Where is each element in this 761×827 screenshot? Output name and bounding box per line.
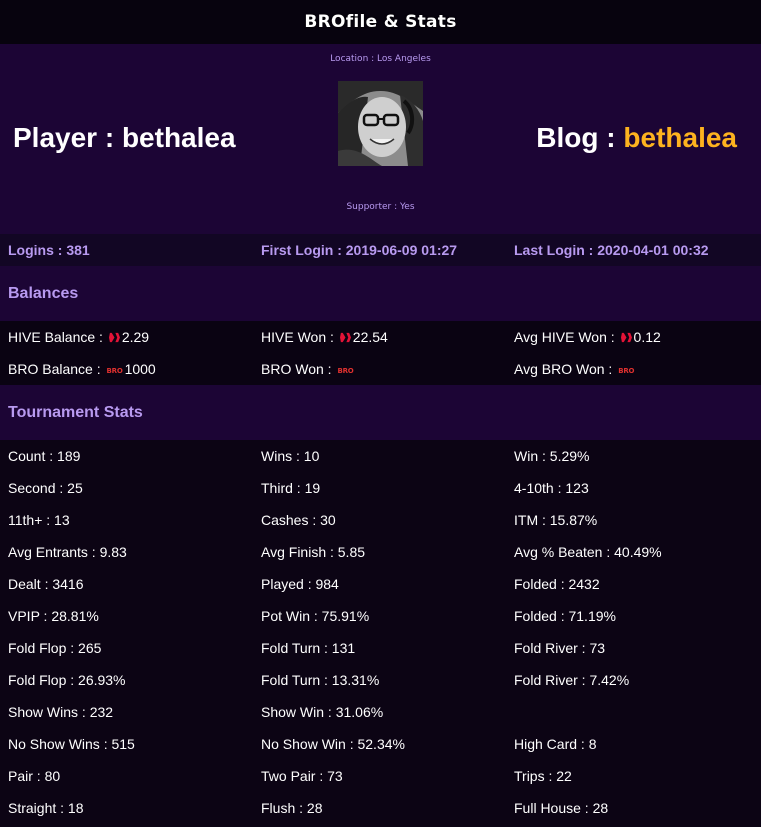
stat-cell: Straight : 18 [8, 800, 84, 816]
stat-cell: Count : 189 [8, 448, 81, 464]
stat-cell: Two Pair : 73 [261, 768, 343, 784]
stat-cell: Win : 5.29% [514, 448, 590, 464]
stat-cell: ITM : 15.87% [514, 512, 598, 528]
bro-token-icon: BRO [618, 367, 635, 375]
stats-row: Count : 189 Wins : 10 Win : 5.29% [0, 440, 761, 472]
location-text: Location : Los Angeles [330, 54, 431, 64]
supporter-status: Supporter : Yes [346, 202, 415, 212]
stat-cell: Avg % Beaten : 40.49% [514, 544, 662, 560]
stats-row: 11th+ : 13 Cashes : 30 ITM : 15.87% [0, 504, 761, 536]
blog-label: Blog : [536, 122, 624, 153]
stat-cell: Flush : 28 [261, 800, 323, 816]
page-title: BROfile & Stats [304, 12, 457, 32]
stat-cell: 4-10th : 123 [514, 480, 589, 496]
stat-cell: Show Wins : 232 [8, 704, 114, 720]
player-name: Player : bethalea [13, 122, 236, 153]
stat-cell: Fold Turn : 131 [261, 640, 356, 656]
stat-cell: Pair : 80 [8, 768, 61, 784]
stat-cell: Fold River : 7.42% [514, 672, 630, 688]
bro-balance-value: 1000 [124, 361, 156, 377]
stats-row: Show Wins : 232 Show Win : 31.06% [0, 696, 761, 728]
stat-cell: Cashes : 30 [261, 512, 336, 528]
hive-balance-value: 2.29 [121, 329, 150, 345]
hive-won-value: 22.54 [352, 329, 388, 345]
hive-logo-icon [339, 332, 351, 343]
title-bar: BROfile & Stats [0, 0, 761, 44]
stat-cell: Full House : 28 [514, 800, 609, 816]
profile-card: Location : Los Angeles Player : bethalea… [0, 44, 761, 234]
stats-row: No Show Wins : 515 No Show Win : 52.34% … [0, 728, 761, 760]
balances-heading: Balances [0, 266, 761, 321]
bro-token-icon: BRO [337, 367, 354, 375]
stat-cell: Avg Finish : 5.85 [261, 544, 366, 560]
avg-hive-won: Avg HIVE Won : 0.12 [506, 329, 759, 345]
stat-cell: Folded : 2432 [514, 576, 600, 592]
stat-cell: No Show Wins : 515 [8, 736, 135, 752]
stat-cell: Folded : 71.19% [514, 608, 616, 624]
stats-row: Fold Flop : 26.93% Fold Turn : 13.31% Fo… [0, 664, 761, 696]
stat-cell: No Show Win : 52.34% [261, 736, 405, 752]
bro-balance: BRO Balance : BRO 1000 [0, 361, 253, 377]
stat-cell: Fold River : 73 [514, 640, 606, 656]
avg-hive-won-label: Avg HIVE Won : [514, 329, 619, 345]
stats-row: Second : 25 Third : 19 4-10th : 123 [0, 472, 761, 504]
last-login: Last Login : 2020-04-01 00:32 [514, 242, 709, 258]
stat-cell: VPIP : 28.81% [8, 608, 99, 624]
tournament-stats-table: Count : 189 Wins : 10 Win : 5.29% Second… [0, 440, 761, 824]
bro-won: BRO Won : BRO [253, 361, 506, 377]
stat-cell: Second : 25 [8, 480, 83, 496]
stats-row: Straight : 18 Flush : 28 Full House : 28 [0, 792, 761, 824]
stat-cell: Show Win : 31.06% [261, 704, 384, 720]
logins-count: Logins : 381 [8, 242, 90, 258]
stat-cell: Pot Win : 75.91% [261, 608, 370, 624]
hive-balance-label: HIVE Balance : [8, 329, 107, 345]
avg-bro-won-label: Avg BRO Won : [514, 361, 617, 377]
stat-cell: Fold Turn : 13.31% [261, 672, 380, 688]
blog-name-link[interactable]: bethalea [623, 122, 737, 153]
hive-logo-icon [108, 332, 120, 343]
stat-cell: High Card : 8 [514, 736, 597, 752]
hive-balances-row: HIVE Balance : 2.29 HIVE Won : 22.54 Avg… [0, 321, 761, 353]
stat-cell: Third : 19 [261, 480, 321, 496]
stat-cell: Wins : 10 [261, 448, 320, 464]
bro-balances-row: BRO Balance : BRO 1000 BRO Won : BRO Avg … [0, 353, 761, 385]
login-stats-row: Logins : 381 First Login : 2019-06-09 01… [0, 234, 761, 266]
tournament-stats-heading: Tournament Stats [0, 385, 761, 440]
bro-balance-label: BRO Balance : [8, 361, 105, 377]
hive-won: HIVE Won : 22.54 [253, 329, 506, 345]
stat-cell: 11th+ : 13 [8, 512, 70, 528]
hive-balance: HIVE Balance : 2.29 [0, 329, 253, 345]
avatar-photo-icon [338, 81, 423, 166]
stats-row: Pair : 80 Two Pair : 73 Trips : 22 [0, 760, 761, 792]
avatar [338, 81, 423, 166]
blog-link-row: Blog : bethalea [536, 122, 737, 154]
stat-cell: Dealt : 3416 [8, 576, 84, 592]
stat-cell: Fold Flop : 265 [8, 640, 102, 656]
avg-bro-won: Avg BRO Won : BRO [506, 361, 759, 377]
bro-won-label: BRO Won : [261, 361, 336, 377]
stats-row: Avg Entrants : 9.83 Avg Finish : 5.85 Av… [0, 536, 761, 568]
stats-row: Dealt : 3416 Played : 984 Folded : 2432 [0, 568, 761, 600]
first-login: First Login : 2019-06-09 01:27 [261, 242, 458, 258]
hive-logo-icon [620, 332, 632, 343]
stat-cell: Played : 984 [261, 576, 339, 592]
stat-cell: Fold Flop : 26.93% [8, 672, 126, 688]
stat-cell: Avg Entrants : 9.83 [8, 544, 127, 560]
avg-hive-won-value: 0.12 [633, 329, 661, 345]
stats-row: Fold Flop : 265 Fold Turn : 131 Fold Riv… [0, 632, 761, 664]
bro-token-icon: BRO [106, 367, 123, 375]
stat-cell: Trips : 22 [514, 768, 572, 784]
hive-won-label: HIVE Won : [261, 329, 338, 345]
stats-row: VPIP : 28.81% Pot Win : 75.91% Folded : … [0, 600, 761, 632]
